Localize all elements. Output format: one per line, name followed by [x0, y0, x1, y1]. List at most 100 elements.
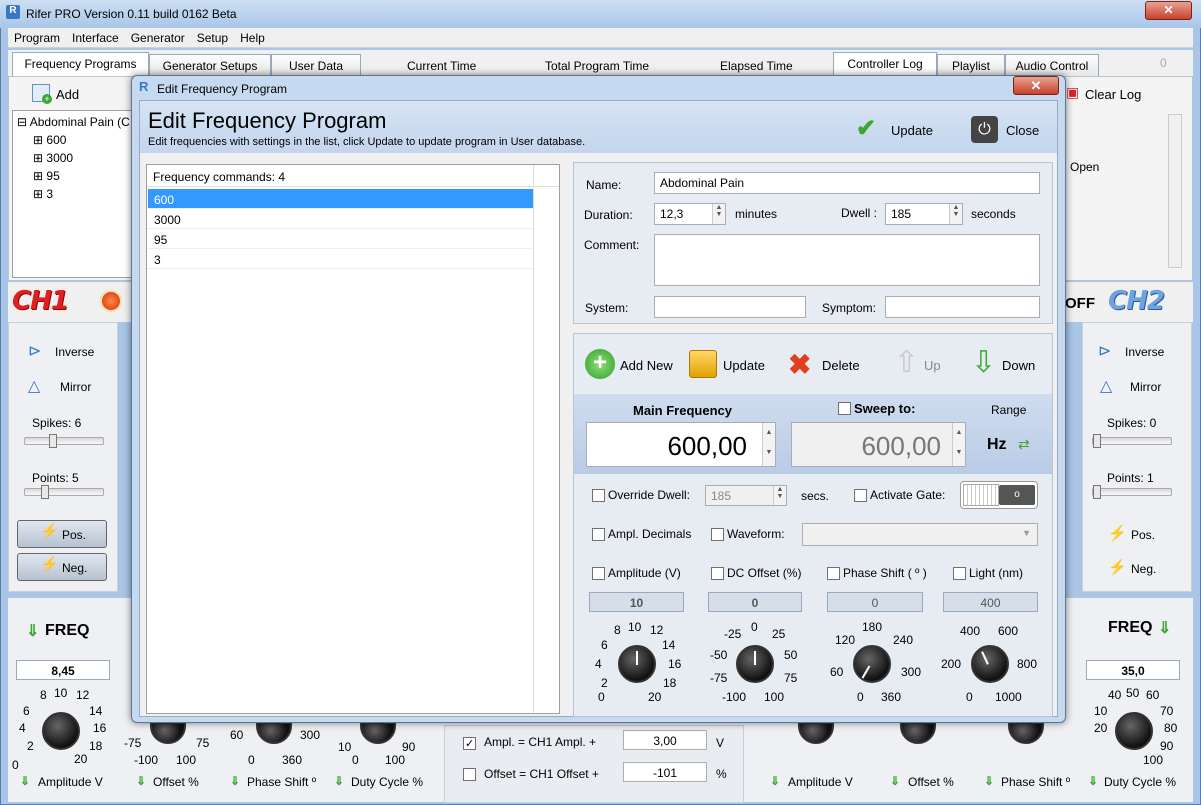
phase-shift-knob[interactable]: [853, 645, 891, 683]
amplitude-input[interactable]: 10: [589, 592, 684, 612]
tab-playlist[interactable]: Playlist: [937, 54, 1005, 76]
system-input[interactable]: [654, 296, 806, 318]
sweep-checkbox[interactable]: [838, 402, 851, 416]
up-button[interactable]: Up: [924, 358, 941, 373]
tick-label: 25: [772, 627, 786, 641]
tick-label: 16: [93, 721, 107, 735]
light-checkbox[interactable]: [953, 567, 966, 581]
up-arrow-icon: ⇧: [894, 346, 920, 379]
waveform-checkbox[interactable]: [711, 528, 724, 542]
tick-label: 300: [901, 665, 922, 679]
delete-button[interactable]: Delete: [822, 358, 860, 373]
ampl-decimals-checkbox[interactable]: [592, 528, 605, 542]
pos-icon: ⚡: [40, 523, 59, 540]
tick-label: 240: [893, 633, 914, 647]
dialog-update-button[interactable]: Update: [891, 123, 933, 138]
ampl-link-checkbox[interactable]: [463, 737, 476, 751]
mirror-icon: △: [28, 378, 41, 395]
down-button[interactable]: Down: [1002, 358, 1035, 373]
range-toggle-icon[interactable]: ⇄: [1018, 436, 1030, 453]
symptom-label: Symptom:: [822, 301, 877, 315]
ch2-points-slider[interactable]: [1092, 485, 1172, 499]
ch1-freq-input[interactable]: 8,45: [16, 660, 110, 680]
update-frequency-button[interactable]: Update: [723, 358, 765, 373]
window-title: Rifer PRO Version 0.11 build 0162 Beta: [26, 7, 237, 21]
tree-item[interactable]: ⊞ 95: [33, 169, 60, 183]
offset-link-input[interactable]: -101: [623, 762, 707, 782]
tick-label: 90: [402, 740, 416, 754]
ch2-duty-knob[interactable]: [1115, 712, 1153, 750]
activate-gate-checkbox[interactable]: [854, 489, 867, 503]
log-scrollbar[interactable]: [1168, 114, 1182, 268]
list-item[interactable]: 3: [148, 249, 533, 269]
ch2-off-label: OFF: [1065, 295, 1095, 312]
menu-program[interactable]: Program: [8, 28, 66, 45]
checkmark-icon: ✔: [856, 115, 877, 142]
sweep-frequency-input[interactable]: 600,00 ▲ ▼: [791, 422, 966, 467]
tab-user-data[interactable]: User Data: [271, 54, 361, 76]
menu-interface[interactable]: Interface: [66, 28, 125, 45]
ch2-inverse-button[interactable]: Inverse: [1125, 345, 1164, 359]
light-knob[interactable]: [971, 645, 1009, 683]
name-input[interactable]: Abdominal Pain: [654, 172, 1040, 194]
dc-offset-checkbox[interactable]: [711, 567, 724, 581]
add-button[interactable]: Add: [56, 87, 79, 102]
list-item[interactable]: 3000: [148, 209, 533, 229]
add-new-button[interactable]: Add New: [620, 358, 673, 373]
symptom-input[interactable]: [885, 296, 1040, 318]
menu-generator[interactable]: Generator: [125, 28, 191, 45]
override-dwell-checkbox[interactable]: [592, 489, 605, 503]
tree-item[interactable]: ⊞ 600: [33, 133, 66, 147]
light-input[interactable]: 400: [943, 592, 1038, 612]
ampl-link-input[interactable]: 3,00: [623, 730, 707, 750]
tree-item[interactable]: ⊞ 3: [33, 187, 53, 201]
dwell-input[interactable]: 185 ▲ ▼: [885, 203, 963, 225]
ch2-mirror-button[interactable]: Mirror: [1130, 380, 1161, 394]
tree-item[interactable]: ⊞ 3000: [33, 151, 73, 165]
tab-generator-setups[interactable]: Generator Setups: [149, 54, 271, 76]
ch1-points-slider[interactable]: [24, 485, 104, 499]
list-item[interactable]: 95: [148, 229, 533, 249]
gate-toggle[interactable]: o: [960, 481, 1038, 509]
ch1-mirror-button[interactable]: Mirror: [60, 380, 91, 394]
offset-link-checkbox[interactable]: [463, 768, 476, 782]
ch2-freq-input[interactable]: 35,0: [1086, 660, 1180, 680]
dc-offset-input[interactable]: 0: [708, 592, 802, 612]
clear-log-button[interactable]: Clear Log: [1085, 87, 1141, 102]
waveform-select[interactable]: ▼: [802, 523, 1038, 546]
comment-textarea[interactable]: [654, 234, 1040, 286]
dialog-close-button[interactable]: Close: [1006, 123, 1039, 138]
ch2-spikes-slider[interactable]: [1092, 434, 1172, 448]
menu-setup[interactable]: Setup: [191, 28, 234, 45]
tab-controller-log[interactable]: Controller Log: [833, 52, 937, 76]
tick-label: 360: [282, 753, 303, 767]
ch1-spikes-slider[interactable]: [24, 434, 104, 448]
tick-label: 120: [835, 633, 856, 647]
ch2-pos-button[interactable]: Pos.: [1131, 528, 1155, 542]
duration-input[interactable]: 12,3 ▲ ▼: [654, 203, 726, 225]
dc-offset-knob[interactable]: [736, 645, 774, 683]
tab-frequency-programs[interactable]: Frequency Programs: [12, 52, 149, 76]
menu-help[interactable]: Help: [234, 28, 271, 45]
override-dwell-input[interactable]: 185 ▲ ▼: [705, 485, 787, 506]
ch1-neg-button[interactable]: ⚡ Neg.: [17, 553, 107, 581]
tick-label: 12: [650, 623, 664, 637]
window-close-button[interactable]: ✕: [1145, 1, 1192, 20]
ch2-side-panel: [1082, 322, 1192, 592]
ch1-power-icon[interactable]: [100, 290, 122, 312]
ch1-pos-button[interactable]: ⚡ Pos.: [17, 520, 107, 548]
tab-audio-control[interactable]: Audio Control: [1005, 54, 1099, 76]
list-item[interactable]: 600: [148, 189, 533, 209]
ch1-amplitude-knob[interactable]: [42, 712, 80, 750]
ch1-inverse-button[interactable]: Inverse: [55, 345, 94, 359]
phase-shift-checkbox[interactable]: [827, 567, 840, 581]
main-frequency-input[interactable]: 600,00 ▲ ▼: [586, 422, 776, 467]
main-frequency-label: Main Frequency: [633, 403, 732, 418]
amplitude-knob[interactable]: [618, 645, 656, 683]
amplitude-checkbox[interactable]: [592, 567, 605, 581]
ch2-neg-button[interactable]: Neg.: [1131, 562, 1156, 576]
tree-root[interactable]: ⊟ Abdominal Pain (C: [17, 115, 130, 129]
phase-shift-input[interactable]: 0: [827, 592, 923, 612]
dialog-close-x-button[interactable]: ✕: [1013, 76, 1059, 95]
tick-label: 90: [1160, 739, 1174, 753]
